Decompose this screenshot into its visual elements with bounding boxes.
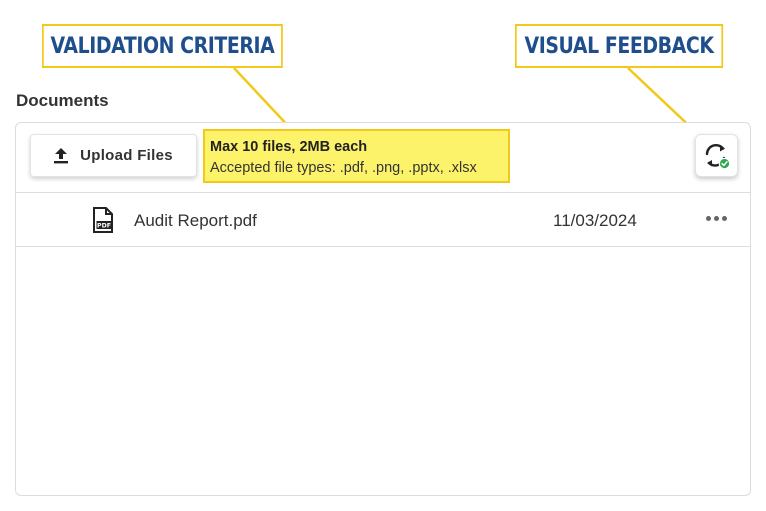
refresh-button[interactable] [695,134,738,177]
visual-feedback-callout: VISUAL FEEDBACK [515,24,724,68]
visual-feedback-callout-label: VISUAL FEEDBACK [524,33,714,59]
more-options-icon[interactable] [704,208,728,228]
documents-section-title: Documents [16,91,109,110]
file-row[interactable]: PDF Audit Report.pdf 11/03/2024 [16,194,750,247]
validation-criteria-note: Max 10 files, 2MB each Accepted file typ… [203,129,510,183]
annotated-screenshot: VALIDATION CRITERIA VISUAL FEEDBACK Docu… [0,0,766,511]
pdf-icon-label: PDF [97,223,111,230]
upload-files-button[interactable]: Upload Files [30,134,197,177]
upload-icon [54,147,69,163]
file-date: 11/03/2024 [553,211,637,230]
file-limit-text: Max 10 files, 2MB each [210,139,368,155]
refresh-success-icon [705,143,730,169]
more-dot [705,215,711,221]
more-dot [713,215,719,221]
validation-criteria-callout-label: VALIDATION CRITERIA [50,33,275,59]
upload-files-label: Upload Files [80,147,173,164]
documents-toolbar: Upload Files Max 10 files, 2MB each Acce… [16,123,750,193]
pdf-file-icon: PDF [93,207,113,233]
documents-panel: Upload Files Max 10 files, 2MB each Acce… [15,122,751,496]
validation-leader-line [233,67,293,131]
accepted-types-text: Accepted file types: .pdf, .png, .pptx, … [210,160,477,176]
file-name[interactable]: Audit Report.pdf [134,211,257,231]
validation-criteria-callout: VALIDATION CRITERIA [42,24,283,68]
more-dot [721,215,727,221]
